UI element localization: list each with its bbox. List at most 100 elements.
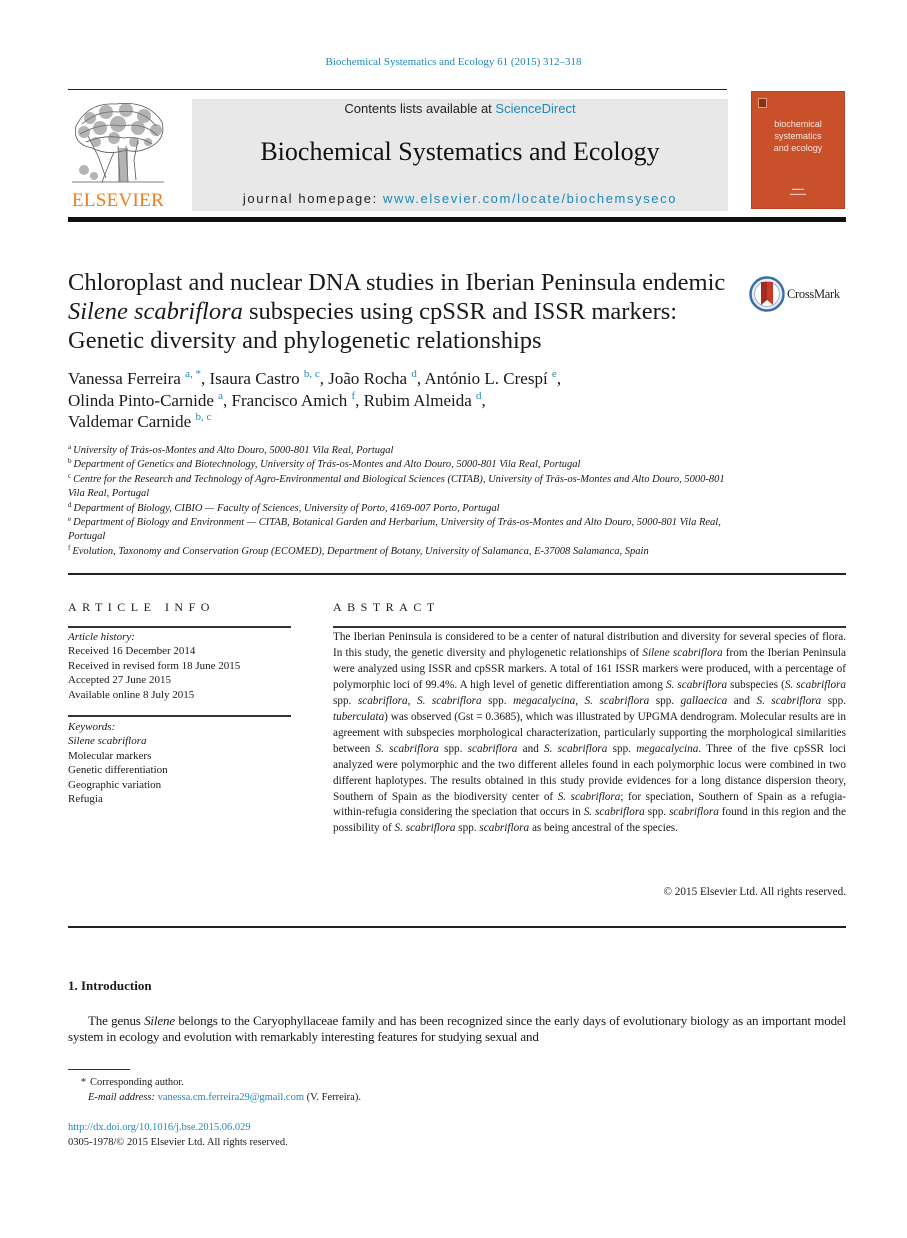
author[interactable]: Francisco Amich f [232,390,356,410]
affiliation: c Centre for the Research and Technology … [68,471,725,500]
journal-citation-link[interactable]: Biochemical Systematics and Ecology 61 (… [0,56,907,68]
elsevier-wordmark: ELSEVIER [71,190,165,211]
abstract-segment: spp. [481,694,514,707]
doi-link[interactable]: http://dx.doi.org/10.1016/j.bse.2015.06.… [68,1122,251,1133]
history-item: Received in revised form 18 June 2015 [68,659,241,672]
abstract-taxon: S. scabriflora [756,694,822,707]
abstract-segment: , [407,694,417,707]
title-part: Chloroplast and nuclear DNA studies in I… [68,269,726,296]
email-label: E-mail address: [88,1092,155,1103]
introduction-heading: 1. Introduction [68,978,152,993]
title-species: Silene scabriflora [68,298,243,325]
keywords-label: Keywords: [68,721,116,733]
author[interactable]: Valdemar Carnide b, c [68,411,211,432]
author[interactable]: Rubim Almeida d [364,390,482,410]
journal-homepage-link[interactable]: www.elsevier.com/locate/biochemsyseco [383,191,677,206]
email-link[interactable]: vanessa.cm.ferreira29@gmail.com [158,1092,304,1103]
abstract-taxon: S. scabriflora [584,694,650,707]
author[interactable]: Isaura Castro b, c [209,368,320,389]
abstract-taxon: Silene scabriflora [642,646,723,659]
author-affiliation-marker[interactable]: b, c [195,411,211,423]
introduction-paragraph: The genus Silene belongs to the Caryophy… [68,1013,847,1044]
author-affiliation-marker[interactable]: b, c [304,368,320,380]
abstract-taxon: S. scabriflora [665,678,728,691]
abstract-segment: , [575,694,585,707]
keyword: Molecular markers [68,749,152,762]
author-affiliation-marker[interactable]: a, * [185,368,201,380]
contents-line: Contents lists available at ScienceDirec… [192,101,728,116]
section-divider [68,573,846,575]
abstract-copyright: © 2015 Elsevier Ltd. All rights reserved… [663,886,847,898]
keyword: Silene scabriflora [68,735,147,748]
sciencedirect-link[interactable]: ScienceDirect [495,101,575,116]
elsevier-logo[interactable]: ELSEVIER [68,96,168,212]
cover-elsevier-icon [758,98,767,108]
abstract-segment: and [727,694,757,707]
issn-copyright: 0305-1978/© 2015 Elsevier Ltd. All right… [68,1137,288,1148]
footnotes: * Corresponding author. E-mail address: v… [68,1075,568,1105]
keyword: Genetic differentiation [68,764,168,777]
crossmark-button[interactable]: CrossMark [749,274,849,314]
affiliation: b Department of Genetics and Biotechnolog… [68,457,581,471]
abstract-taxon: tuberculata [333,710,385,723]
abstract-taxon: scabriflora [479,822,530,835]
masthead-thick-rule [68,217,846,222]
contents-prefix: Contents lists available at [344,101,496,116]
crossmark-icon [749,276,785,312]
abstract-segment: as being ancestral of the species. [529,822,678,835]
abstract-segment: spp. [607,742,637,755]
keywords: Keywords: Silene scabriflora Molecular m… [68,720,291,806]
author[interactable]: João Rocha d [328,369,417,389]
abstract-taxon: scabriflora [357,694,408,707]
article-history-label: Article history: [68,631,135,643]
elsevier-tree-icon [72,103,164,183]
affiliation: d Department of Biology, CIBIO — Faculty … [68,500,500,514]
history-item: Received 16 December 2014 [68,645,196,658]
history-item: Available online 8 July 2015 [68,688,195,701]
author-list: Vanessa Ferreira a, *, Isaura Castro b, … [68,368,562,432]
doi-block: http://dx.doi.org/10.1016/j.bse.2015.06.… [68,1120,288,1150]
history-item: Accepted 27 June 2015 [68,674,171,687]
abstract-taxon: S. scabriflora [784,678,847,691]
abstract-segment: subspecies ( [727,678,785,691]
introduction-text: The genus Silene belongs to the Caryophy… [68,1013,846,1045]
section-divider [68,926,846,928]
abstract-taxon: S. scabriflora [375,742,439,755]
keyword: Geographic variation [68,778,162,791]
abstract-rule [333,626,846,628]
abstract-taxon: megacalycina [636,742,699,755]
journal-cover-thumbnail[interactable]: biochemical systematics and ecology ▬▬▬ ▬… [751,91,845,209]
cover-title-line: biochemical [774,119,822,129]
abstract-taxon: S. scabriflora [557,790,621,803]
abstract-taxon: S. scabriflora [416,694,482,707]
abstract-taxon: S. scabriflora [544,742,608,755]
cover-title: biochemical systematics and ecology [752,118,844,154]
abstract-segment: spp. [649,694,681,707]
abstract-segment: spp. [455,822,480,835]
cover-sciencedirect-mark: ▬▬▬ ▬▬▬▬ [790,186,806,196]
article-info-heading: ARTICLE INFO [68,600,215,614]
journal-banner: Contents lists available at ScienceDirec… [192,99,728,211]
author[interactable]: Vanessa Ferreira a, * [68,368,201,389]
article-info-rule [68,715,291,717]
abstract-segment: spp. [821,694,847,707]
author[interactable]: António L. Crespí e [424,369,556,389]
affiliation: f Evolution, Taxonomy and Conservation Gr… [68,543,649,557]
author[interactable]: Olinda Pinto-Carnide a [68,390,223,410]
abstract-taxon: scabriflora [467,742,518,755]
crossmark-label: CrossMark [787,286,840,301]
homepage-prefix: journal homepage: [242,191,384,206]
abstract-taxon: S. scabriflora [583,806,645,819]
affiliation: a University of Trás-os-Montes and Alto D… [68,443,394,457]
affiliation-list: a University of Trás-os-Montes and Alto D… [68,444,728,559]
journal-title: Biochemical Systematics and Ecology [260,137,660,166]
cover-title-line: and ecology [773,143,823,153]
email-note: E-mail address: vanessa.cm.ferreira29@gm… [88,1092,361,1103]
cover-title-line: systematics [774,131,822,141]
article-title: Chloroplast and nuclear DNA studies in I… [68,268,728,355]
article-info-rule [68,626,291,628]
footnote-rule [68,1069,130,1070]
abstract-taxon: S. scabriflora [394,822,456,835]
abstract-text: The Iberian Peninsula is considered to b… [333,630,846,837]
affiliation: e Department of Biology and Environment —… [68,515,721,543]
